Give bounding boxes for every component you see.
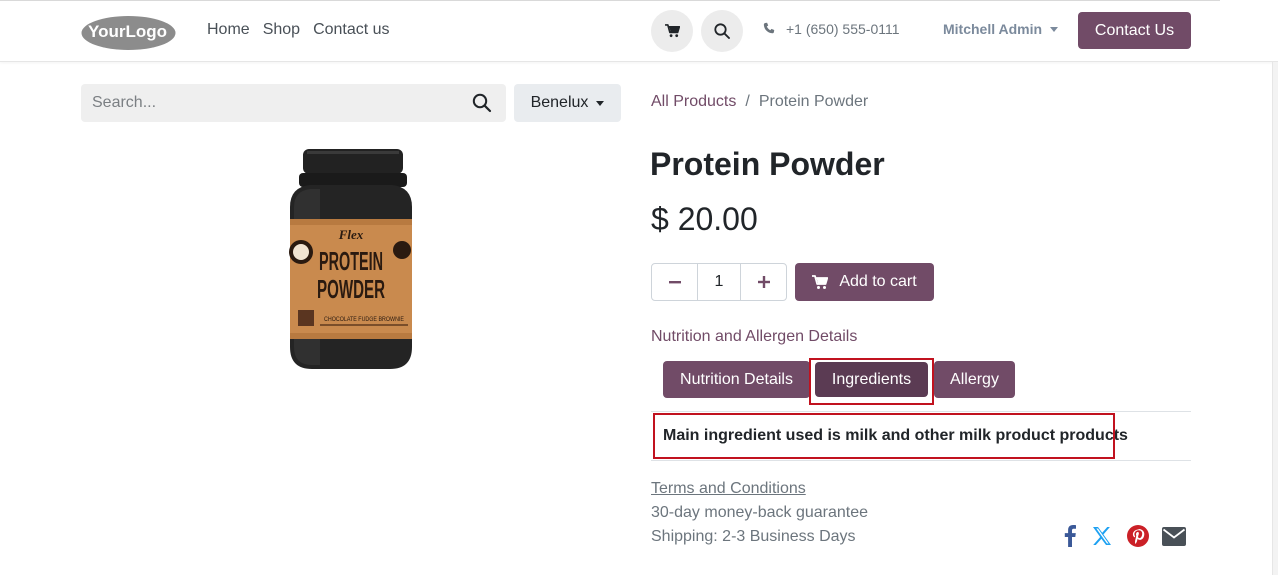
increase-quantity-button[interactable] [741,264,786,300]
quantity-input[interactable]: 1 [697,264,741,300]
user-name: Mitchell Admin [943,21,1043,37]
breadcrumb-separator: / [745,93,750,110]
cart-icon [812,274,829,289]
product-image-line1: PROTEIN [319,246,383,276]
breadcrumb-current: Protein Powder [758,93,869,110]
content-divider-bottom [651,460,1191,461]
contact-us-button[interactable]: Contact Us [1078,12,1191,49]
search-icon[interactable] [472,93,492,113]
highlight-box-tab [809,358,934,405]
quantity-stepper: 1 [651,263,787,301]
site-header: YourLogo Home Shop Contact us +1 (650) 5… [0,0,1278,62]
minus-icon [668,281,681,284]
pinterest-icon [1127,525,1149,547]
add-to-cart-button[interactable]: Add to cart [795,263,934,301]
tab-nutrition-details[interactable]: Nutrition Details [663,361,810,398]
site-logo[interactable]: YourLogo [81,13,176,51]
search-input[interactable] [81,84,451,122]
terms-and-conditions-link[interactable]: Terms and Conditions [651,480,806,498]
details-section-title: Nutrition and Allergen Details [651,328,858,345]
product-image-brand: Flex [338,227,364,242]
product-price: $ 20.00 [651,201,758,237]
facebook-share-button[interactable] [1057,524,1083,548]
nav-contact-us[interactable]: Contact us [313,20,389,40]
pricelist-label: Benelux [530,94,589,111]
tab-allergy[interactable]: Allergy [934,361,1015,398]
scrollbar-track[interactable] [1272,62,1278,575]
content-divider-top [651,411,1191,412]
nav-home[interactable]: Home [207,20,250,40]
phone-icon [763,22,775,34]
main-nav: Home Shop Contact us [207,20,403,40]
decrease-quantity-button[interactable] [652,264,697,300]
product-image-line2: POWDER [317,274,385,304]
header-top-border [0,0,1220,1]
cart-icon [664,24,680,38]
product-search-bar [81,84,506,122]
email-share-button[interactable] [1161,524,1187,548]
product-title: Protein Powder [650,146,885,182]
nav-shop[interactable]: Shop [263,20,300,40]
pricelist-dropdown[interactable]: Benelux [514,84,621,122]
highlight-box-content [653,413,1115,459]
facebook-icon [1064,525,1076,547]
plus-icon [757,276,770,288]
chevron-down-icon [1050,26,1059,32]
phone-link[interactable]: +1 (650) 555-0111 [762,21,900,37]
twitter-share-button[interactable] [1089,524,1115,548]
shipping-text: Shipping: 2-3 Business Days [651,528,856,545]
chevron-down-icon [596,100,605,106]
guarantee-text: 30-day money-back guarantee [651,504,869,521]
header-search-button[interactable] [701,10,743,52]
add-to-cart-label: Add to cart [839,273,917,290]
breadcrumb-all-products[interactable]: All Products [651,93,736,111]
x-twitter-icon [1093,527,1111,545]
logo-text: YourLogo [88,22,167,41]
user-menu[interactable]: Mitchell Admin [943,21,1059,37]
email-icon [1162,526,1186,546]
cart-button[interactable] [651,10,693,52]
product-image-flavor: CHOCOLATE FUDGE BROWNIE [324,317,404,323]
product-image[interactable]: Flex PROTEIN POWDER CHOCOLATE FUDGE BROW… [280,147,422,372]
breadcrumb: All Products / Protein Powder [651,93,868,111]
phone-number: +1 (650) 555-0111 [786,21,900,37]
pinterest-share-button[interactable] [1125,524,1151,548]
search-icon [714,23,730,39]
